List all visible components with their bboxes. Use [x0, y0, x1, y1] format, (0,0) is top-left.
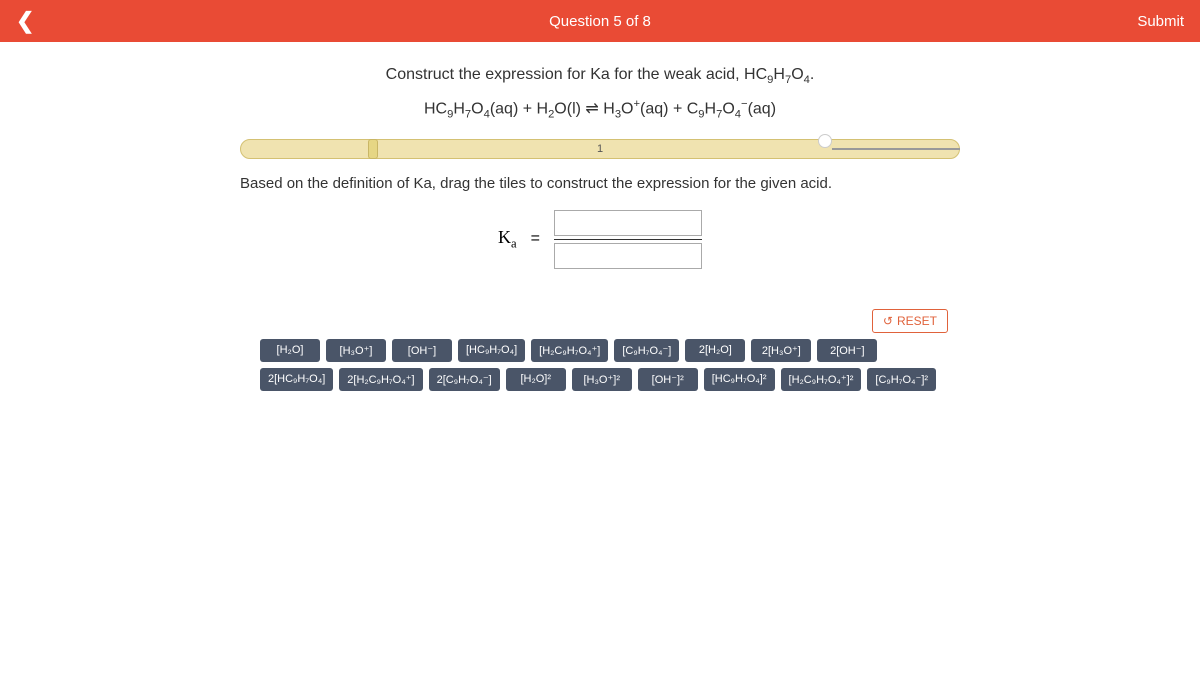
tile[interactable]: [H₂O]² — [506, 368, 566, 391]
question-counter: Question 5 of 8 — [549, 13, 651, 30]
tile[interactable]: [HC₉H₇O₄]² — [704, 368, 775, 391]
tile[interactable]: 2[OH⁻] — [817, 339, 877, 362]
tile-bank: [H₂O] [H₃O⁺] [OH⁻] [HC₉H₇O₄] [H₂C₉H₇O₄⁺]… — [260, 339, 940, 391]
reset-icon: ↺ — [883, 314, 893, 328]
tile[interactable]: [HC₉H₇O₄] — [458, 339, 525, 362]
prompt-block: Construct the expression for Ka for the … — [386, 66, 815, 121]
progress-handle-left[interactable] — [368, 139, 378, 159]
progress-handle-right[interactable] — [818, 134, 832, 148]
reset-row: ↺ RESET — [288, 309, 948, 333]
denominator-drop-zone[interactable] — [554, 243, 702, 269]
tile[interactable]: 2[C₉H₇O₄⁻] — [429, 368, 500, 391]
reset-button[interactable]: ↺ RESET — [872, 309, 948, 333]
tile[interactable]: 2[H₂C₉H₇O₄⁺] — [339, 368, 422, 391]
equals-sign: = — [531, 230, 540, 248]
reset-label: RESET — [897, 314, 937, 328]
fraction-line — [554, 239, 702, 240]
progress-inactive-line — [832, 148, 960, 150]
tile[interactable]: [OH⁻]² — [638, 368, 698, 391]
app-header: ❮ Question 5 of 8 Submit — [0, 0, 1200, 42]
numerator-drop-zone[interactable] — [554, 210, 702, 236]
progress-bar: 1 — [240, 139, 960, 159]
tile[interactable]: [H₃O⁺]² — [572, 368, 632, 391]
tile[interactable]: 2[H₂O] — [685, 339, 745, 362]
tile[interactable]: [OH⁻] — [392, 339, 452, 362]
ka-symbol: Ka — [498, 227, 517, 252]
progress-step-label: 1 — [597, 143, 603, 155]
back-button[interactable]: ❮ — [16, 8, 40, 34]
fraction — [554, 210, 702, 269]
tile[interactable]: [C₉H₇O₄⁻] — [614, 339, 679, 362]
main-content: Construct the expression for Ka for the … — [0, 42, 1200, 391]
chemical-equation: HC9H7O4(aq) + H2O(l) ⇌ H3O+(aq) + C9H7O4… — [386, 98, 815, 121]
tile[interactable]: [H₃O⁺] — [326, 339, 386, 362]
tile[interactable]: 2[H₃O⁺] — [751, 339, 811, 362]
submit-button[interactable]: Submit — [1137, 13, 1184, 30]
prompt-text: Construct the expression for Ka for the … — [386, 66, 815, 86]
tile[interactable]: [H₂C₉H₇O₄⁺] — [531, 339, 608, 362]
tile[interactable]: 2[HC₉H₇O₄] — [260, 368, 333, 391]
tile[interactable]: [H₂O] — [260, 339, 320, 362]
tile[interactable]: [H₂C₉H₇O₄⁺]² — [781, 368, 862, 391]
tile[interactable]: [C₉H₇O₄⁻]² — [867, 368, 936, 391]
ka-expression: Ka = — [498, 210, 702, 269]
instruction-text: Based on the definition of Ka, drag the … — [240, 175, 960, 192]
